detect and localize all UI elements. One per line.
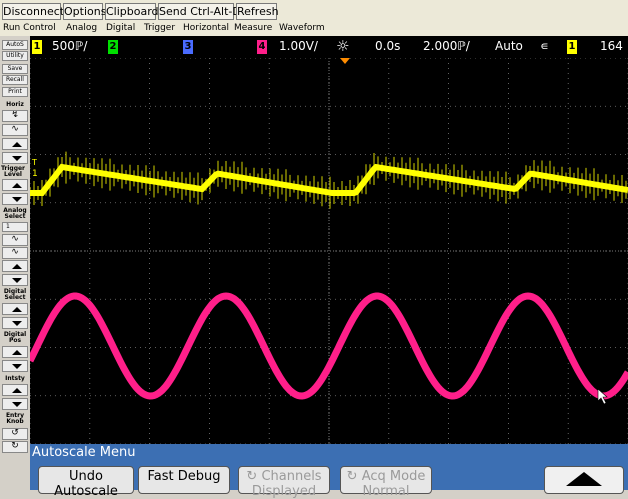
trigger-level-down-button[interactable]	[2, 193, 28, 205]
menu-measure[interactable]: Measure	[234, 23, 272, 33]
status-line: 1 500ℙ/ 2 3 4 1.00V/ ☼ 0.0s 2.000ℙ/ Auto…	[30, 36, 628, 58]
circular-arrow-icon: ↻	[346, 469, 362, 484]
menu-horizontal[interactable]: Horizontal	[183, 23, 229, 33]
menu-bar: Run Control Analog Digital Trigger Horiz…	[0, 22, 628, 36]
recall-button[interactable]: Recall	[2, 75, 28, 85]
up-arrow-icon	[12, 350, 22, 355]
print-button[interactable]: Print	[2, 87, 28, 97]
digital-select-down-button[interactable]	[2, 317, 28, 329]
analog-down-button[interactable]	[2, 274, 28, 286]
menu-trigger[interactable]: Trigger	[144, 23, 175, 33]
digital-select-up-button[interactable]	[2, 303, 28, 315]
horiz-label: Horiz	[6, 101, 24, 108]
ch4-badge[interactable]: 4	[257, 40, 267, 54]
wave-icon: ∿	[11, 247, 19, 257]
disconnect-button[interactable]: Disconnect	[2, 3, 64, 20]
intensity-down-button[interactable]	[2, 398, 28, 410]
front-panel-sidebar: AutoS Utility Save Recall Print Horiz ↯ …	[0, 36, 30, 490]
ch1-ground-marker: 1	[32, 169, 38, 179]
digital-pos-up-button[interactable]	[2, 346, 28, 358]
acq-mode-label-line2: Normal	[362, 484, 410, 499]
analog-wave-button[interactable]: ∿	[2, 234, 28, 246]
trigger-level[interactable]: 164	[600, 39, 623, 53]
utility-button[interactable]: Utility	[2, 51, 28, 61]
knob-ccw-button[interactable]: ↺	[2, 428, 28, 440]
undo-label-line2: Autoscale	[54, 484, 118, 499]
waveform-display[interactable]: 1 4 T	[30, 58, 628, 444]
up-arrow-icon	[566, 472, 602, 486]
up-arrow-icon	[12, 307, 22, 312]
ch1-scale[interactable]: 500ℙ/	[52, 39, 87, 53]
softkey-menu-title: Autoscale Menu	[32, 445, 136, 460]
undo-label: Undo	[69, 469, 103, 484]
trigger-mode[interactable]: Auto	[495, 39, 523, 53]
softkey-menu: Autoscale Menu Undo Autoscale Fast Debug…	[30, 444, 628, 499]
down-arrow-icon	[12, 278, 22, 283]
channels-label: Channels	[261, 469, 322, 484]
remote-toolbar: Disconnect Options Clipboard Send Ctrl-A…	[0, 0, 628, 22]
menu-waveform[interactable]: Waveform	[279, 23, 325, 33]
ch1-noise-envelope	[30, 151, 627, 209]
down-arrow-icon	[12, 321, 22, 326]
rising-edge-icon[interactable]: ∊	[540, 39, 549, 53]
up-arrow-icon	[12, 264, 22, 269]
horiz-up-button[interactable]	[2, 138, 28, 150]
clipboard-button[interactable]: Clipboard	[105, 3, 159, 20]
options-button[interactable]: Options	[63, 3, 106, 20]
horiz-zoom-button[interactable]: ↯	[2, 110, 28, 122]
save-button[interactable]: Save	[2, 64, 28, 74]
down-arrow-icon	[12, 197, 22, 202]
analog-wave2-button[interactable]: ∿	[2, 247, 28, 259]
up-arrow-icon	[12, 183, 22, 188]
trigger-position-marker	[340, 58, 350, 64]
circular-arrow-icon: ↻	[246, 469, 262, 484]
rotate-ccw-icon: ↺	[11, 428, 19, 438]
menu-digital[interactable]: Digital	[106, 23, 135, 33]
ch2-badge[interactable]: 2	[108, 40, 118, 54]
refresh-button[interactable]: Refresh	[236, 3, 279, 20]
analog-up-button[interactable]	[2, 260, 28, 272]
menu-run-control[interactable]: Run Control	[3, 23, 56, 33]
menu-analog[interactable]: Analog	[66, 23, 97, 33]
analog-select-label: Analog Select	[3, 207, 27, 220]
trigger-level-marker: T	[31, 158, 37, 167]
digital-pos-down-button[interactable]	[2, 360, 28, 372]
autoscale-button[interactable]: AutoS	[2, 40, 28, 50]
graticule: 1 4 T	[30, 58, 628, 444]
analog-select-field[interactable]: 1	[2, 222, 28, 232]
trigger-level-up-button[interactable]	[2, 179, 28, 191]
wave-icon: ∿	[11, 234, 19, 244]
acq-mode-label: Acq Mode	[361, 469, 426, 484]
entry-knob-label: Entry Knob	[5, 412, 25, 425]
horiz-wave-button[interactable]: ∿	[2, 124, 28, 136]
digital-pos-label: Digital Pos	[3, 331, 27, 344]
wave-icon: ∿	[11, 124, 19, 134]
trigger-level-label: Trigger Level	[0, 165, 26, 178]
channels-label-line2: Displayed	[251, 484, 317, 499]
knob-cw-button[interactable]: ↻	[2, 441, 28, 453]
rotate-cw-icon: ↻	[11, 441, 19, 451]
up-arrow-icon	[12, 388, 22, 393]
digital-select-label: Digital Select	[3, 288, 27, 301]
mouse-pointer-icon	[597, 388, 608, 405]
ch3-badge[interactable]: 3	[183, 40, 193, 54]
fast-debug-label: Fast Debug	[147, 469, 221, 484]
down-arrow-icon	[12, 402, 22, 407]
horizontal-delay[interactable]: 0.0s	[375, 39, 400, 53]
up-arrow-icon	[12, 142, 22, 147]
sun-icon[interactable]: ☼	[336, 37, 349, 55]
intensity-label: Intsty	[5, 375, 25, 382]
timebase[interactable]: 2.000ℙ/	[423, 39, 470, 53]
trigger-source-badge[interactable]: 1	[567, 40, 577, 54]
ch4-ground-marker: 4	[32, 344, 38, 354]
horiz-down-button[interactable]	[2, 152, 28, 164]
down-arrow-icon	[12, 364, 22, 369]
intensity-up-button[interactable]	[2, 384, 28, 396]
send-ctrl-alt-del-button[interactable]: Send Ctrl-Alt-Del	[158, 3, 251, 20]
ch1-badge[interactable]: 1	[32, 40, 42, 54]
down-arrow-icon	[12, 156, 22, 161]
ch4-scale[interactable]: 1.00V/	[279, 39, 318, 53]
zoom-icon: ↯	[11, 110, 19, 120]
